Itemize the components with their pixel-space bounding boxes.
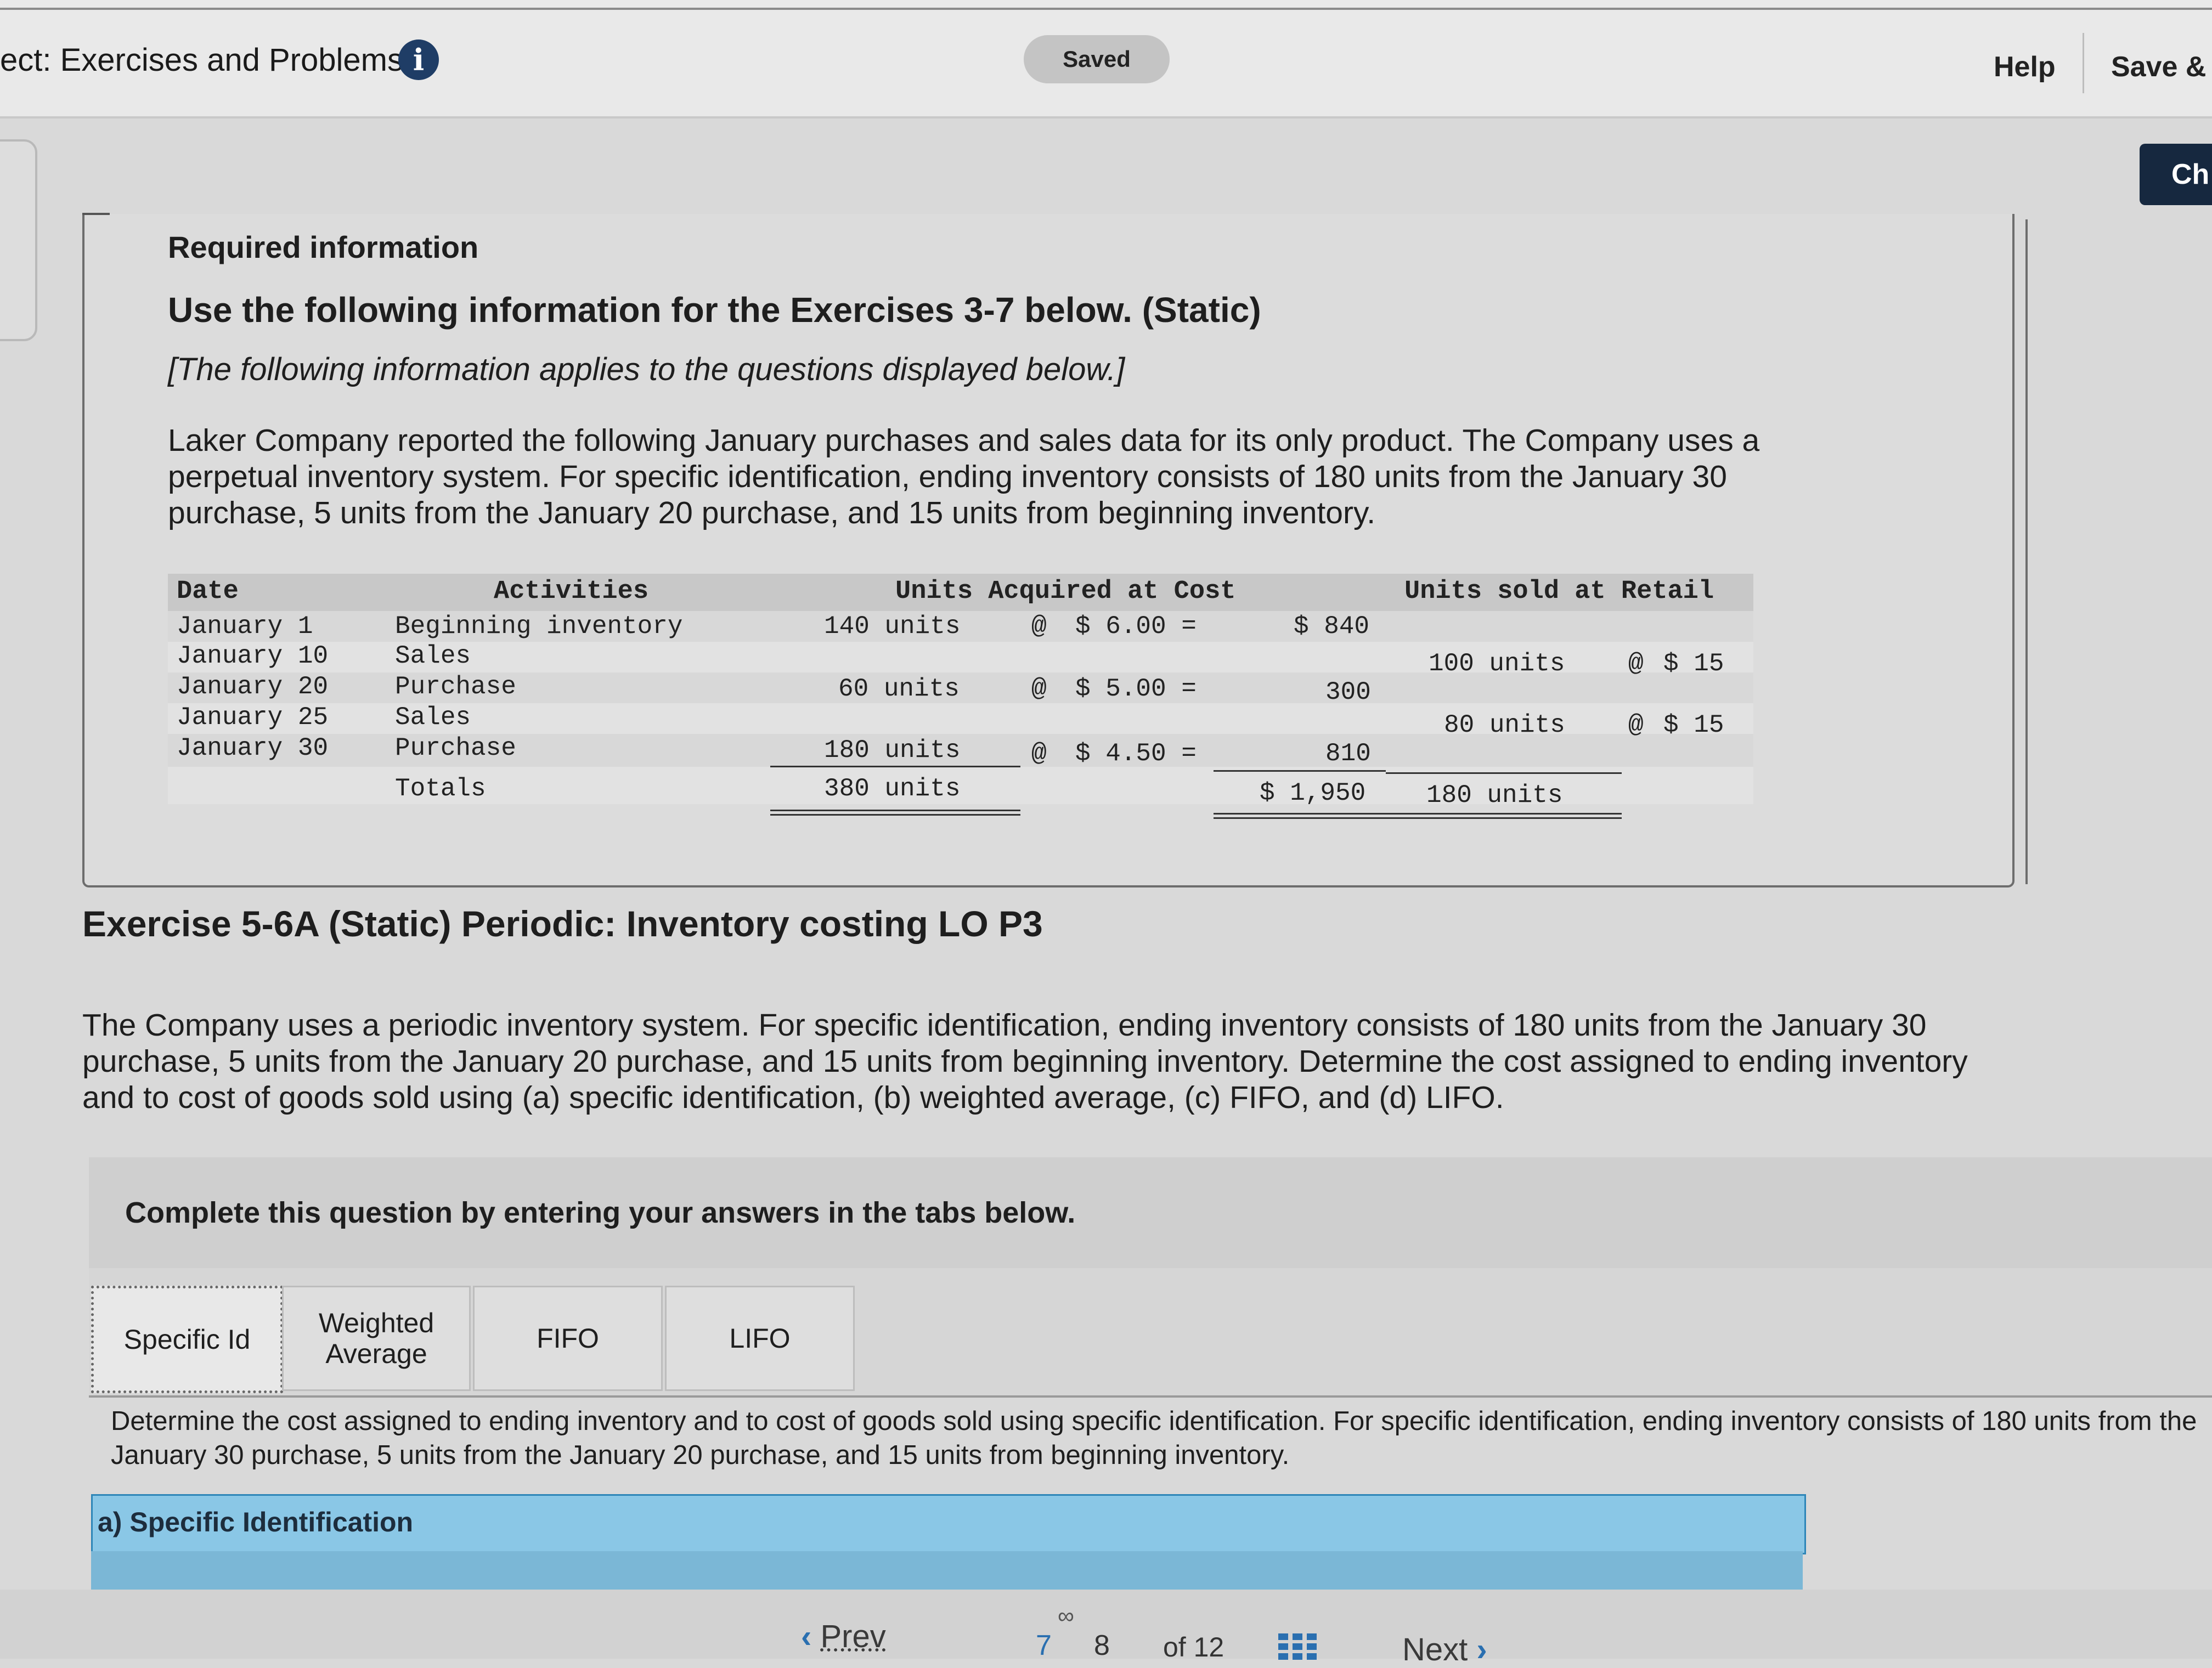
column-header-acquired: Units Acquired at Cost	[895, 577, 1236, 606]
info-icon[interactable]: i	[398, 39, 439, 80]
page-next-number[interactable]: 8	[1094, 1629, 1110, 1662]
next-button[interactable]: Next ›	[1402, 1631, 1487, 1668]
exercise-description: The Company uses a periodic inventory sy…	[82, 1008, 1968, 1115]
link-icon: ∞	[1058, 1603, 1074, 1629]
info-box-top-rule	[82, 213, 110, 215]
top-rule	[0, 8, 2212, 10]
table-cell-sold-at: @	[1628, 711, 1644, 739]
intro-paragraph: Laker Company reported the following Jan…	[168, 423, 1760, 530]
info-box-right-rule	[2025, 219, 2028, 884]
table-cell-sold-units: 80 units	[1444, 711, 1565, 739]
table-cell-acquired-units: 180 units	[824, 736, 961, 765]
table-cell-unit-cost: $ 4.50 =	[1075, 739, 1197, 768]
table-cell-acquired-units: 140 units	[824, 612, 961, 641]
table-cell-total-cost: $ 840	[1294, 612, 1370, 641]
assignment-title: ect: Exercises and Problems	[0, 42, 403, 78]
totals-acquired-cost: $ 1,950	[1260, 779, 1366, 807]
table-cell-unit-cost: $ 6.00 =	[1075, 612, 1197, 641]
totals-acquired-units: 380 units	[824, 774, 961, 803]
table-cell-date: January 1	[177, 612, 313, 641]
table-cell-at: @	[1031, 612, 1047, 641]
table-cell-date: January 20	[177, 672, 329, 701]
table-cell-at: @	[1031, 739, 1047, 768]
chevron-left-icon: ‹	[801, 1619, 812, 1654]
required-information-heading: Required information	[168, 230, 479, 264]
table-cell-activity: Beginning inventory	[395, 612, 683, 641]
saved-status-badge: Saved	[1024, 35, 1170, 83]
column-header-activities: Activities	[494, 577, 649, 606]
totals-double-rule	[770, 810, 1020, 811]
tab-fifo[interactable]: FIFO	[473, 1286, 663, 1391]
chevron-right-icon: ›	[1476, 1632, 1487, 1667]
totals-double-rule	[1214, 813, 1622, 815]
table-cell-acquired-units: 60 units	[838, 675, 960, 703]
check-my-work-button[interactable]: Ch	[2140, 144, 2212, 205]
prev-button[interactable]: ‹ Prev	[801, 1618, 886, 1655]
tab-specific-id[interactable]: Specific Id	[91, 1286, 283, 1393]
table-cell-date: January 25	[177, 703, 329, 732]
acquired-total-subtotal-rule	[1214, 770, 1386, 772]
table-cell-retail-price: $ 15	[1663, 711, 1724, 739]
table-cell-at: @	[1031, 675, 1047, 703]
save-exit-link[interactable]: Save &	[2111, 50, 2206, 83]
table-cell-activity: Purchase	[395, 672, 516, 701]
answer-table-header	[91, 1551, 1803, 1590]
next-label: Next	[1402, 1632, 1468, 1667]
column-header-sold: Units sold at Retail	[1404, 577, 1714, 606]
applies-note: [The following information applies to th…	[168, 352, 1125, 387]
instruction-text: Complete this question by entering your …	[125, 1196, 1076, 1229]
table-cell-total-cost: 300	[1325, 678, 1371, 706]
totals-label: Totals	[395, 774, 486, 803]
table-cell-date: January 30	[177, 734, 329, 762]
table-cell-activity: Purchase	[395, 734, 516, 762]
specific-identification-heading: a) Specific Identification	[98, 1507, 414, 1537]
totals-double-rule	[1214, 817, 1622, 819]
use-information-heading: Use the following information for the Ex…	[168, 290, 1261, 330]
tab-label: FIFO	[537, 1323, 599, 1354]
sold-subtotal-rule	[1386, 772, 1622, 774]
table-cell-unit-cost: $ 5.00 =	[1075, 675, 1197, 703]
page-current[interactable]: 7	[1036, 1629, 1052, 1662]
table-cell-sold-at: @	[1628, 649, 1644, 678]
page-total: of 12	[1163, 1632, 1224, 1663]
table-cell-retail-price: $ 15	[1663, 649, 1724, 678]
table-cell-activity: Sales	[395, 703, 471, 732]
table-cell-date: January 10	[177, 642, 329, 670]
grid-icon[interactable]	[1278, 1633, 1318, 1660]
side-panel-toggle[interactable]	[0, 139, 37, 341]
tab-label: LIFO	[729, 1323, 791, 1354]
exercise-title: Exercise 5-6A (Static) Periodic: Invento…	[82, 903, 1043, 944]
column-header-date: Date	[177, 577, 239, 606]
acquired-units-subtotal-rule	[770, 766, 1020, 767]
tab-weighted-average[interactable]: Weighted Average	[282, 1286, 471, 1391]
table-cell-sold-units: 100 units	[1429, 649, 1565, 678]
tab-panel-border	[89, 1395, 2212, 1398]
prev-label: Prev	[820, 1619, 886, 1654]
tab-label: Specific Id	[123, 1324, 251, 1355]
tab-lifo[interactable]: LIFO	[665, 1286, 855, 1391]
table-cell-activity: Sales	[395, 642, 471, 670]
totals-sold-units: 180 units	[1426, 781, 1563, 810]
tab-label: Weighted Average	[318, 1308, 435, 1369]
table-cell-total-cost: 810	[1325, 739, 1371, 768]
header-divider	[2083, 33, 2084, 93]
tab-panel-instructions: Determine the cost assigned to ending in…	[111, 1406, 2197, 1470]
help-link[interactable]: Help	[1994, 50, 2056, 83]
totals-double-rule	[770, 814, 1020, 816]
